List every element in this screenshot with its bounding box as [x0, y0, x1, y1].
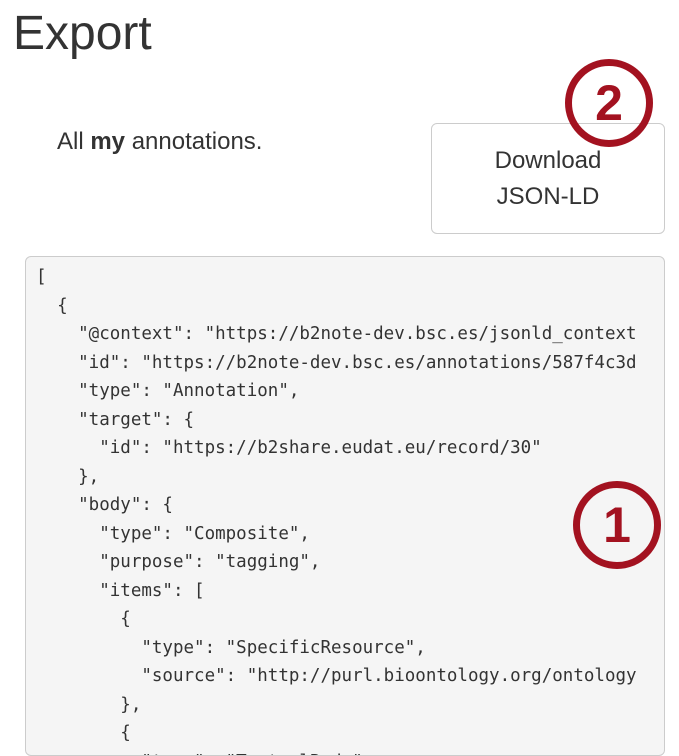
code-line: "target": { — [36, 406, 664, 435]
code-line: "type": "SpecificResource", — [36, 634, 664, 663]
download-button-line2: JSON-LD — [442, 179, 654, 215]
code-line: { — [36, 292, 664, 321]
code-line: "id": "https://b2note-dev.bsc.es/annotat… — [36, 349, 664, 378]
callout-badge-1: 1 — [573, 481, 661, 569]
intro-text: All my annotations. — [57, 124, 262, 160]
intro-prefix: All — [57, 128, 90, 155]
code-line: "items": [ — [36, 577, 664, 606]
code-line: { — [36, 605, 664, 634]
code-line: "id": "https://b2share.eudat.eu/record/3… — [36, 434, 664, 463]
code-line: { — [36, 719, 664, 748]
intro-suffix: annotations. — [125, 128, 262, 155]
code-line: [ — [36, 263, 664, 292]
code-line: "source": "http://purl.bioontology.org/o… — [36, 662, 664, 691]
intro-emphasis: my — [90, 128, 125, 155]
callout-badge-2: 2 — [565, 59, 653, 147]
code-line: "purpose": "tagging", — [36, 548, 664, 577]
code-line: "type": "Composite", — [36, 520, 664, 549]
json-code: [ { "@context": "https://b2note-dev.bsc.… — [26, 257, 664, 756]
json-output-box[interactable]: [ { "@context": "https://b2note-dev.bsc.… — [25, 256, 665, 756]
code-line: "body": { — [36, 491, 664, 520]
page-title: Export — [13, 4, 152, 64]
code-line: }, — [36, 463, 664, 492]
download-button-line1: Download — [442, 143, 654, 179]
code-line: }, — [36, 691, 664, 720]
code-line: "type": "Annotation", — [36, 377, 664, 406]
code-line: "@context": "https://b2note-dev.bsc.es/j… — [36, 320, 664, 349]
code-line: "type": "TextualBody", — [36, 748, 664, 756]
